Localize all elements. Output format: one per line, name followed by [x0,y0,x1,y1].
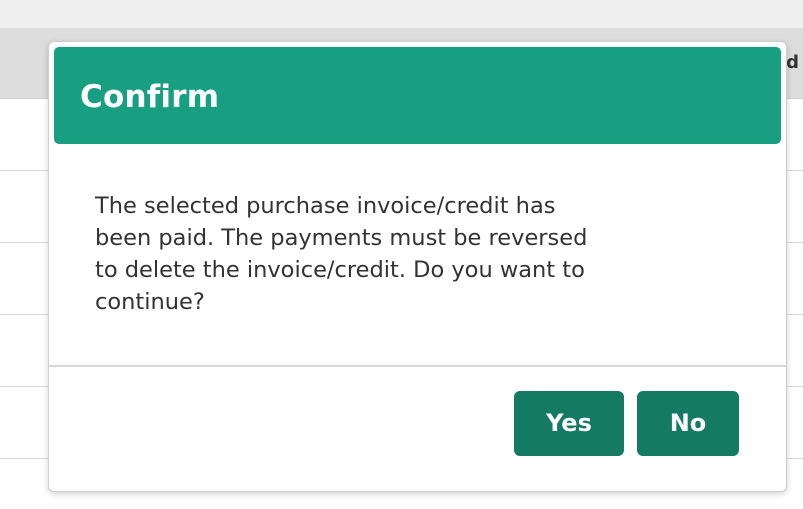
dialog-message: The selected purchase invoice/credit has… [95,190,725,318]
confirm-dialog: Confirm The selected purchase invoice/cr… [48,41,787,492]
dialog-message-line: The selected purchase invoice/credit has [95,193,556,219]
dialog-divider [49,365,786,367]
dialog-header: Confirm [54,47,781,144]
background-column-header-text: d [786,52,799,73]
page: d Confirm The selected purchase invoice/… [0,0,803,509]
dialog-title: Confirm [80,79,220,115]
no-button[interactable]: No [637,391,739,456]
top-strip [0,0,803,28]
dialog-message-line: to delete the invoice/credit. Do you wan… [95,257,585,283]
dialog-message-line: continue? [95,289,205,315]
dialog-message-line: been paid. The payments must be reversed [95,225,588,251]
yes-button[interactable]: Yes [514,391,624,456]
